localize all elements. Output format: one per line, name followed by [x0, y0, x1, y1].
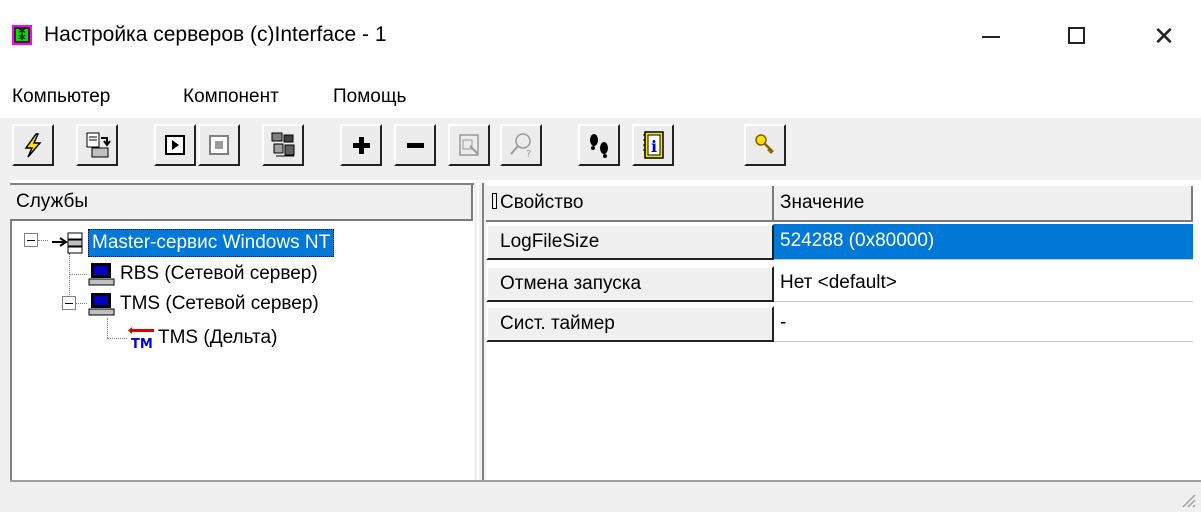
stop-button[interactable] [198, 124, 240, 166]
minus-icon [407, 143, 424, 148]
svg-text:?: ? [526, 149, 531, 160]
svg-text:i: i [651, 137, 657, 156]
connect-button[interactable] [12, 124, 54, 166]
footsteps-icon [590, 134, 608, 158]
footsteps-button[interactable] [578, 124, 620, 166]
svg-text:TM: TM [131, 337, 153, 351]
tree-line [107, 338, 127, 339]
tree-line [107, 318, 108, 338]
play-icon [165, 135, 185, 155]
menu-computer[interactable]: Компьютер [12, 84, 110, 110]
key-button[interactable] [744, 124, 786, 166]
components-button[interactable] [262, 124, 304, 166]
grid-row-name[interactable]: Сист. таймер [486, 306, 774, 342]
plus-icon [353, 137, 370, 154]
tree-node-tms[interactable]: TMS (Сетевой сервер) [120, 291, 319, 317]
tree-node-tms-delta[interactable]: TMS (Дельта) [158, 325, 277, 351]
grid-row-value[interactable]: Нет <default> [774, 266, 1193, 302]
tree-line [69, 274, 87, 275]
tree-line [69, 253, 70, 301]
components-icon [271, 132, 295, 157]
tree-line [38, 240, 48, 241]
properties-icon [459, 134, 479, 156]
tree-line [76, 303, 87, 304]
tree-node-rbs[interactable]: RBS (Сетевой сервер) [120, 261, 318, 287]
window-frame-right [1193, 180, 1201, 480]
status-bar [10, 480, 1201, 512]
remove-button[interactable] [394, 124, 436, 166]
properties-button[interactable] [448, 124, 490, 166]
network-icon [52, 232, 83, 254]
transfer-button[interactable] [76, 124, 118, 166]
grid-row-value[interactable]: - [774, 306, 1193, 342]
find-button[interactable]: ? [500, 124, 542, 166]
collapse-tms-button[interactable] [62, 296, 76, 310]
app-grid-icon[interactable]: ⁑ [12, 25, 32, 45]
grid-row-name[interactable]: LogFileSize [486, 224, 774, 260]
menu-bar [0, 78, 1201, 118]
info-button[interactable]: i [632, 124, 674, 166]
lightning-icon [24, 133, 42, 158]
maximize-button[interactable] [1054, 14, 1102, 58]
computer-icon [88, 293, 115, 316]
menu-component[interactable]: Компонент [183, 84, 279, 110]
stop-icon [209, 135, 229, 155]
pane-splitter[interactable] [474, 183, 486, 480]
tree-node-master[interactable]: Master-сервис Windows NT [88, 229, 335, 257]
value-column-header[interactable]: Значение [774, 186, 1193, 222]
close-icon: ✕ [1153, 21, 1175, 51]
transfer-icon [86, 132, 111, 158]
services-header[interactable]: Службы [10, 185, 473, 221]
tm-icon: TM [128, 327, 154, 351]
key-icon [755, 134, 774, 154]
add-button[interactable] [340, 124, 382, 166]
grid-row-value[interactable]: 524288 (0x80000) [774, 224, 1193, 260]
close-button[interactable]: ✕ [1140, 14, 1188, 58]
property-column-header[interactable]: Свойство [486, 186, 774, 222]
collapse-master-button[interactable] [24, 233, 38, 247]
minimize-button[interactable] [968, 14, 1016, 58]
resize-grip-icon[interactable] [1178, 490, 1196, 508]
info-icon: i [643, 131, 664, 159]
window-frame-left [0, 180, 10, 512]
start-button[interactable] [154, 124, 196, 166]
computer-icon [88, 263, 115, 286]
grid-row-name[interactable]: Отмена запуска [486, 266, 774, 302]
column-marker-icon [492, 193, 497, 209]
menu-help[interactable]: Помощь [333, 84, 406, 110]
window-title: Настройка серверов (c)Interface - 1 [44, 23, 387, 46]
find-help-icon: ? [510, 133, 531, 160]
property-header-label: Свойство [500, 192, 584, 213]
